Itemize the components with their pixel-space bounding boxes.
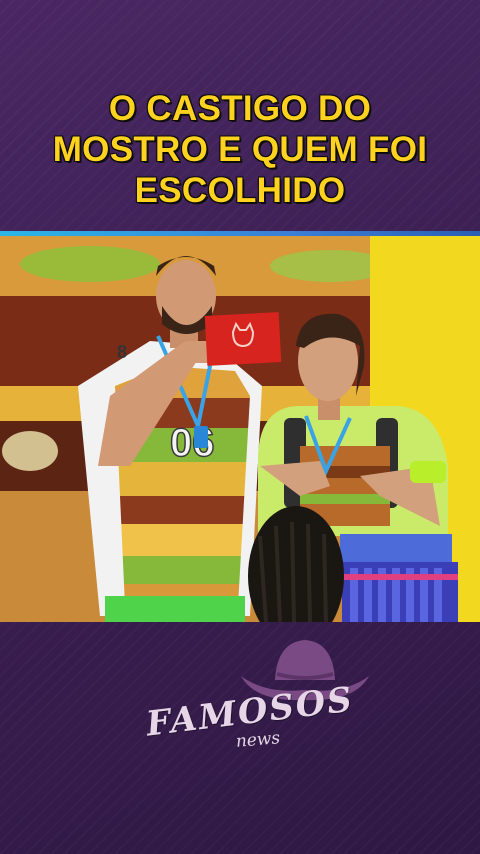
headline: O CASTIGO DO MOSTRO E QUEM FOI ESCOLHIDO bbox=[0, 88, 480, 211]
brand-logo: FAMOSOS news bbox=[140, 632, 369, 762]
headline-line-2: MOSTRO E QUEM FOI bbox=[52, 130, 428, 169]
post-frame: O CASTIGO DO MOSTRO E QUEM FOI ESCOLHIDO bbox=[0, 0, 480, 854]
sleeve-number: 8 bbox=[117, 342, 127, 362]
video-frame[interactable]: 06 8 bbox=[0, 236, 480, 622]
green-pants bbox=[105, 596, 245, 622]
onion-piece bbox=[2, 431, 58, 471]
headline-line-1: O CASTIGO DO bbox=[108, 89, 372, 128]
red-card bbox=[204, 312, 282, 366]
video-scene: 06 8 bbox=[0, 236, 480, 622]
lettuce-left bbox=[20, 246, 160, 282]
podium bbox=[340, 534, 458, 622]
wrist-band bbox=[410, 461, 446, 483]
badge bbox=[194, 426, 208, 448]
headline-line-3: ESCOLHIDO bbox=[134, 171, 346, 210]
